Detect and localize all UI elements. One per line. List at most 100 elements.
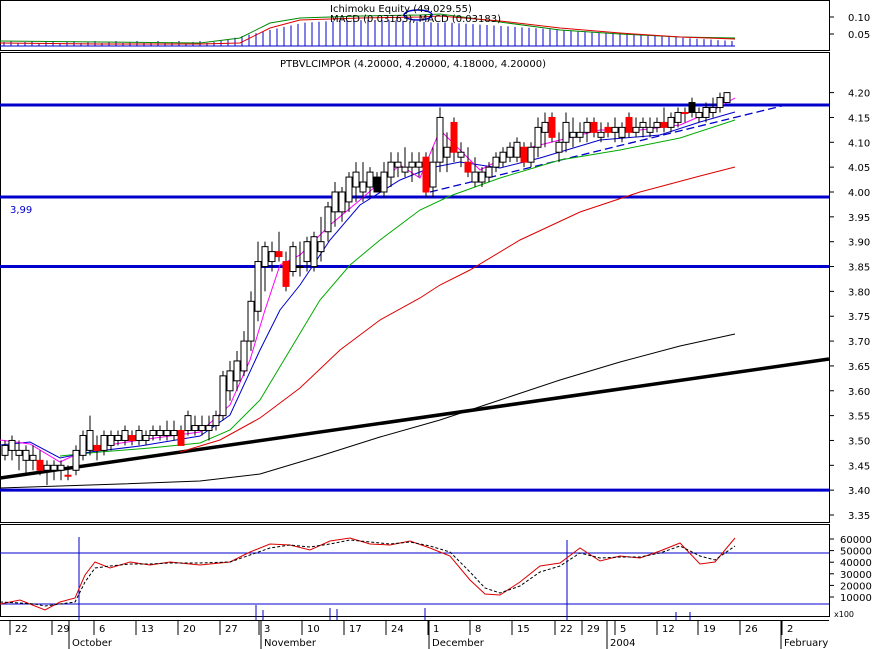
candle-body bbox=[639, 121, 647, 128]
candle-body bbox=[240, 340, 248, 372]
price-tick-label: 4.00 bbox=[848, 188, 870, 199]
price-level-label: 3,99 bbox=[10, 205, 32, 216]
ma-blue bbox=[0, 111, 736, 459]
ma-fast bbox=[0, 97, 736, 463]
candle-body bbox=[569, 131, 577, 138]
candle-body bbox=[331, 191, 339, 213]
candle-body bbox=[625, 116, 633, 133]
date-tick-label: 1 bbox=[433, 624, 439, 635]
date-tick-label: 29 bbox=[587, 624, 600, 635]
candle-body bbox=[282, 261, 290, 287]
candle-body bbox=[443, 146, 451, 158]
osc-tick-label: 10000 bbox=[840, 593, 872, 604]
candle-body bbox=[366, 171, 374, 188]
chart-title: PTBVLCIMPOR (4.20000, 4.20000, 4.18000, … bbox=[280, 59, 546, 70]
oscillator-pane bbox=[0, 537, 829, 620]
candle-body bbox=[359, 181, 367, 193]
candle-body bbox=[555, 141, 563, 153]
price-tick-label: 4.10 bbox=[848, 138, 870, 149]
price-tick-label: 3.40 bbox=[848, 486, 870, 497]
candle-body bbox=[667, 116, 675, 128]
candle-body bbox=[373, 176, 381, 193]
candle-body bbox=[583, 121, 591, 133]
date-tick-label: 22 bbox=[560, 624, 573, 635]
candle-body bbox=[716, 97, 724, 109]
candle-body bbox=[534, 126, 542, 148]
candle-body bbox=[674, 111, 682, 123]
candle-body bbox=[562, 121, 570, 143]
candle-body bbox=[310, 236, 318, 268]
candle-body bbox=[233, 360, 241, 382]
candle-body bbox=[408, 161, 416, 168]
candle-body bbox=[289, 246, 297, 272]
candle-body bbox=[50, 464, 58, 471]
price-tick-label: 3.60 bbox=[848, 387, 870, 398]
osc-signal-line bbox=[0, 539, 736, 607]
candle-body bbox=[457, 151, 465, 158]
stock-chart: 4.20 4.15 4.10 4.05 4.00 3.95 3.90 3.85 3.80 3.75… bbox=[0, 0, 872, 649]
candle-body bbox=[513, 141, 521, 158]
date-tick-label: 10 bbox=[307, 624, 320, 635]
candle-body bbox=[93, 444, 101, 451]
ma-long-black bbox=[0, 333, 736, 489]
month-label: December bbox=[432, 638, 485, 649]
date-tick-label: 29 bbox=[57, 624, 70, 635]
osc-tick-label: 20000 bbox=[840, 581, 872, 592]
candle-body bbox=[64, 474, 72, 477]
osc-tick-label: 50000 bbox=[840, 547, 872, 558]
price-tick-label: 3.50 bbox=[848, 436, 870, 447]
candle-body bbox=[422, 156, 430, 193]
candle-body bbox=[226, 370, 234, 392]
candle-body bbox=[660, 121, 668, 128]
candle-body bbox=[79, 434, 87, 456]
candle-body bbox=[597, 131, 605, 138]
candle-body bbox=[464, 161, 472, 173]
price-tick-label: 3.80 bbox=[848, 287, 870, 298]
candle-body bbox=[22, 449, 30, 461]
candle-body bbox=[345, 176, 353, 203]
candle-body bbox=[296, 266, 304, 269]
macd-tick-label: 0.10 bbox=[848, 13, 870, 24]
date-tick-label: 22 bbox=[15, 624, 28, 635]
macd-tick-label: 0.05 bbox=[848, 30, 870, 41]
candle-body bbox=[499, 151, 507, 163]
price-tick-label: 3.90 bbox=[848, 238, 870, 249]
date-tick-label: 5 bbox=[620, 624, 626, 635]
candle-body bbox=[653, 121, 661, 128]
candle-body bbox=[149, 430, 157, 436]
month-label: November bbox=[264, 638, 317, 649]
month-label: February bbox=[784, 638, 828, 649]
candle-body bbox=[212, 415, 220, 427]
price-tick-label: 3.35 bbox=[848, 511, 870, 522]
candle-body bbox=[401, 166, 409, 173]
candle-body bbox=[177, 430, 185, 446]
price-pane bbox=[0, 92, 830, 492]
date-tick-label: 13 bbox=[141, 624, 154, 635]
candle-body bbox=[576, 131, 584, 138]
candle-body bbox=[163, 430, 171, 436]
candle-body bbox=[191, 425, 199, 432]
candle-body bbox=[527, 146, 535, 163]
candle-body bbox=[86, 430, 94, 451]
price-tick-label: 3.85 bbox=[848, 263, 870, 274]
month-label: October bbox=[72, 638, 113, 649]
date-tick-label: 6 bbox=[99, 624, 105, 635]
date-tick-label: 12 bbox=[662, 624, 675, 635]
candle-body bbox=[485, 166, 493, 178]
candle-body bbox=[702, 107, 710, 118]
candle-body bbox=[57, 464, 65, 471]
candle-body bbox=[100, 434, 108, 451]
ma-red bbox=[179, 166, 736, 453]
month-label: 2004 bbox=[610, 638, 635, 649]
date-tick-label: 17 bbox=[349, 624, 362, 635]
price-tick-label: 4.05 bbox=[848, 163, 870, 174]
candle-body bbox=[219, 375, 227, 417]
candle-body bbox=[8, 439, 16, 451]
date-tick-label: 15 bbox=[517, 624, 530, 635]
candle-body bbox=[247, 300, 255, 342]
candle-body bbox=[492, 156, 500, 168]
candle-body bbox=[114, 434, 122, 441]
candle-body bbox=[471, 171, 479, 183]
candle-body bbox=[198, 425, 206, 432]
candle-body bbox=[303, 241, 311, 263]
